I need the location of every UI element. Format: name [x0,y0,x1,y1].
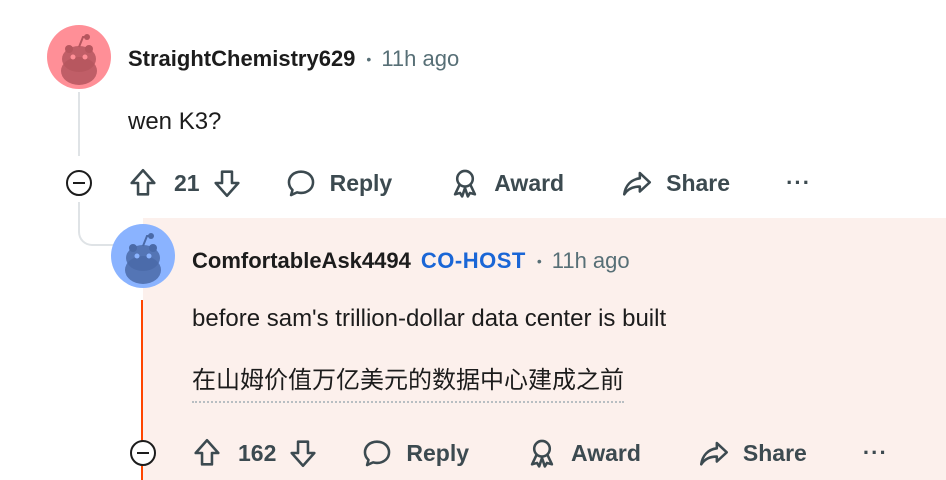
comment-meta: StraightChemistry629 • 11h ago [128,44,459,74]
separator: • [536,253,542,269]
username[interactable]: StraightChemistry629 [128,46,355,72]
co-host-badge: CO-HOST [420,248,526,273]
reply-button[interactable]: Reply [284,166,393,200]
more-icon[interactable]: ··· [786,170,811,196]
collapse-icon[interactable] [66,170,92,196]
share-button[interactable]: Share [697,436,807,470]
share-button[interactable]: Share [620,166,730,200]
username[interactable]: ComfortableAsk4494 [192,248,411,274]
more-icon[interactable]: ··· [863,440,888,466]
award-icon [525,436,559,470]
downvote-icon[interactable] [286,436,320,470]
award-button[interactable]: Award [525,436,641,470]
vote-count: 162 [238,439,277,466]
collapse-icon[interactable] [130,440,156,466]
downvote-icon[interactable] [210,166,244,200]
reply-label: Reply [406,439,470,466]
comment-actions: 162 Reply Award Share ··· [190,433,888,473]
share-label: Share [666,169,731,196]
reply-button[interactable]: Reply [360,436,469,470]
comment-thread: StraightChemistry629 • 11h ago wen K3? 2… [0,0,946,480]
avatar-icon[interactable] [47,25,111,89]
award-icon [448,166,482,200]
share-icon [620,166,654,200]
reply-label: Reply [329,169,393,196]
award-label: Award [571,439,641,466]
award-label: Award [494,169,565,196]
comment-meta: ComfortableAsk4494 CO-HOST • 11h ago [192,246,630,276]
reply-icon [284,166,318,200]
timestamp[interactable]: 11h ago [552,248,630,274]
thread-connector [78,202,114,246]
award-button[interactable]: Award [448,166,564,200]
separator: • [366,51,372,67]
avatar-icon[interactable] [111,224,175,288]
share-icon [697,436,731,470]
comment-translation[interactable]: 在山姆价值万亿美元的数据中心建成之前 [192,360,624,403]
comment-body: before sam's trillion-dollar data center… [192,305,667,332]
share-label: Share [742,439,807,466]
timestamp[interactable]: 11h ago [381,46,459,72]
upvote-icon[interactable] [126,166,160,200]
vote-count: 21 [174,169,200,196]
comment-body: wen K3? [128,108,222,135]
comment-actions: 21 Reply Award Share ··· [126,163,811,203]
reply-icon [360,436,394,470]
thread-line[interactable] [78,92,80,156]
upvote-icon[interactable] [190,436,224,470]
